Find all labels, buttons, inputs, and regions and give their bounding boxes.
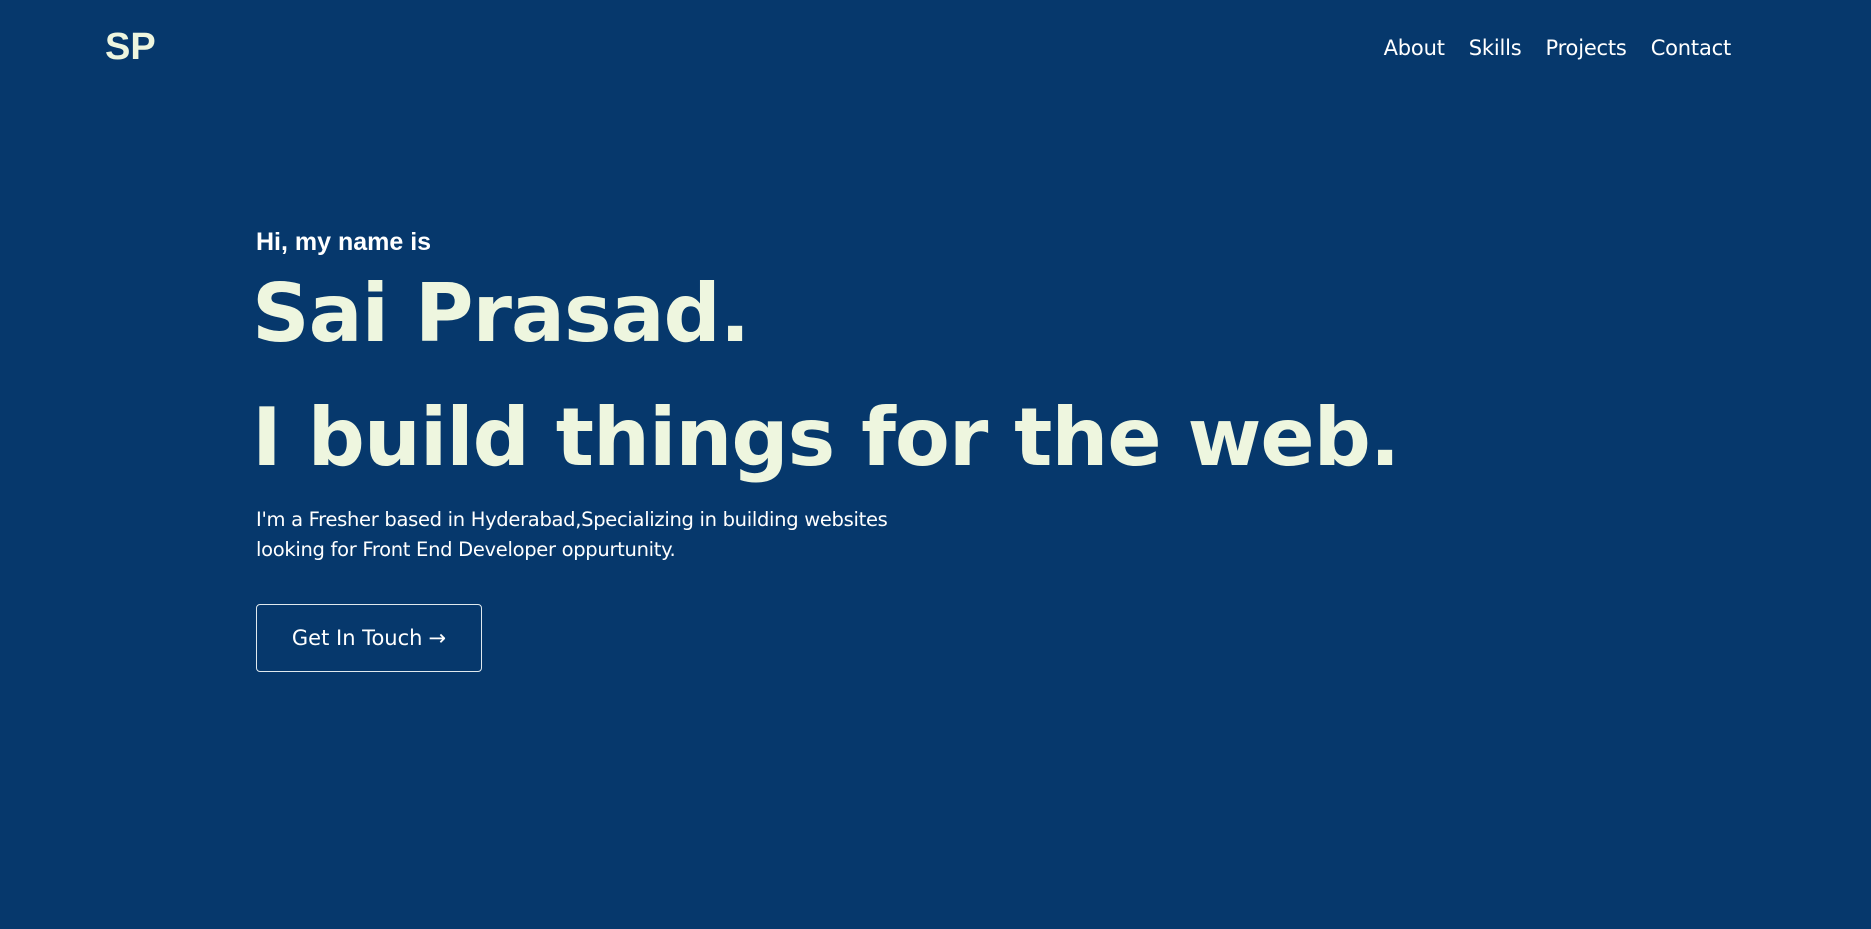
hero-tagline: I build things for the web.	[252, 391, 1400, 484]
nav-link-contact[interactable]: Contact	[1651, 36, 1732, 60]
hero-description: I'm a Fresher based in Hyderabad,Special…	[256, 505, 976, 565]
hero-greeting: Hi, my name is	[256, 228, 432, 256]
hero-description-line-2: looking for Front End Developer oppurtun…	[256, 538, 676, 561]
nav-link-skills[interactable]: Skills	[1469, 36, 1522, 60]
arrow-right-icon: →	[428, 626, 447, 650]
nav-links: About Skills Projects Contact	[1384, 36, 1732, 60]
nav-item-projects: Projects	[1545, 36, 1626, 60]
logo[interactable]: SP	[105, 26, 156, 69]
nav-link-about[interactable]: About	[1384, 36, 1445, 60]
nav-link-projects[interactable]: Projects	[1545, 36, 1626, 60]
nav-item-about: About	[1384, 36, 1445, 60]
nav-item-skills: Skills	[1469, 36, 1522, 60]
navbar: SP About Skills Projects Contact	[0, 0, 1871, 100]
nav-item-contact: Contact	[1651, 36, 1732, 60]
hero-description-line-1: I'm a Fresher based in Hyderabad,Special…	[256, 508, 888, 531]
get-in-touch-label: Get In Touch	[291, 626, 423, 650]
get-in-touch-button[interactable]: Get In Touch →	[256, 604, 482, 672]
hero-name: Sai Prasad.	[252, 267, 750, 360]
